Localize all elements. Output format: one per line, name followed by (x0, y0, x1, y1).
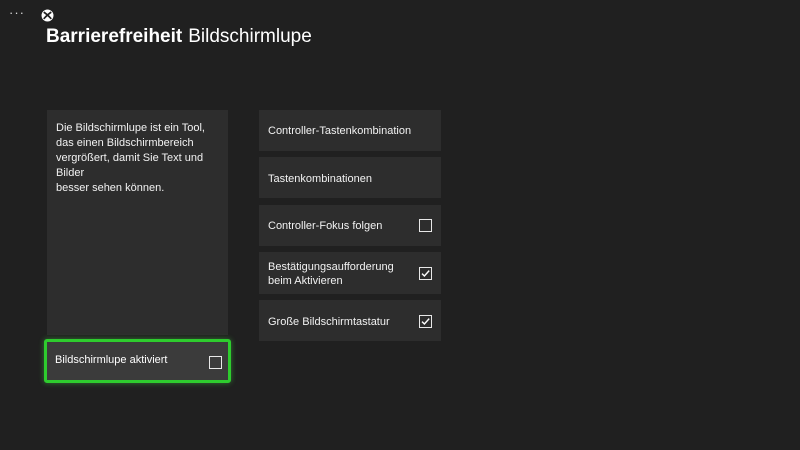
keyboard-shortcuts-label: Tastenkombinationen (268, 173, 372, 185)
section-title: Barrierefreiheit (46, 26, 183, 47)
controller-shortcut-label: Controller-Tastenkombination (268, 125, 412, 137)
controller-shortcut-button[interactable]: Controller-Tastenkombination (259, 110, 441, 151)
activation-prompt-label: Bestätigungsaufforderung beim Aktivieren (268, 261, 394, 287)
large-onscreen-keyboard-label: Große Bildschirmtastatur (268, 316, 390, 328)
description-text: Die Bildschirmlupe ist ein Tool, das ein… (56, 122, 205, 194)
page-subtitle: Bildschirmlupe (188, 26, 312, 47)
follow-controller-focus-toggle[interactable]: Controller-Fokus folgen (259, 205, 441, 246)
activation-prompt-toggle[interactable]: Bestätigungsaufforderung beim Aktivieren (259, 252, 441, 294)
checkmark-icon (421, 318, 430, 326)
checkmark-icon (421, 270, 430, 278)
xbox-logo-icon (41, 9, 54, 22)
activation-prompt-checkbox[interactable] (419, 267, 432, 280)
follow-controller-focus-label: Controller-Fokus folgen (268, 220, 383, 232)
magnifier-enabled-checkbox[interactable] (209, 356, 222, 369)
magnifier-enabled-toggle[interactable]: Bildschirmlupe aktiviert (44, 339, 231, 383)
more-options-icon[interactable]: ··· (9, 6, 25, 20)
page-title: Barrierefreiheit Bildschirmlupe (46, 25, 312, 49)
description-panel: Die Bildschirmlupe ist ein Tool, das ein… (47, 110, 228, 335)
large-onscreen-keyboard-checkbox[interactable] (419, 315, 432, 328)
follow-controller-focus-checkbox[interactable] (419, 219, 432, 232)
keyboard-shortcuts-button[interactable]: Tastenkombinationen (259, 157, 441, 198)
large-onscreen-keyboard-toggle[interactable]: Große Bildschirmtastatur (259, 300, 441, 341)
magnifier-enabled-label: Bildschirmlupe aktiviert (55, 354, 168, 366)
